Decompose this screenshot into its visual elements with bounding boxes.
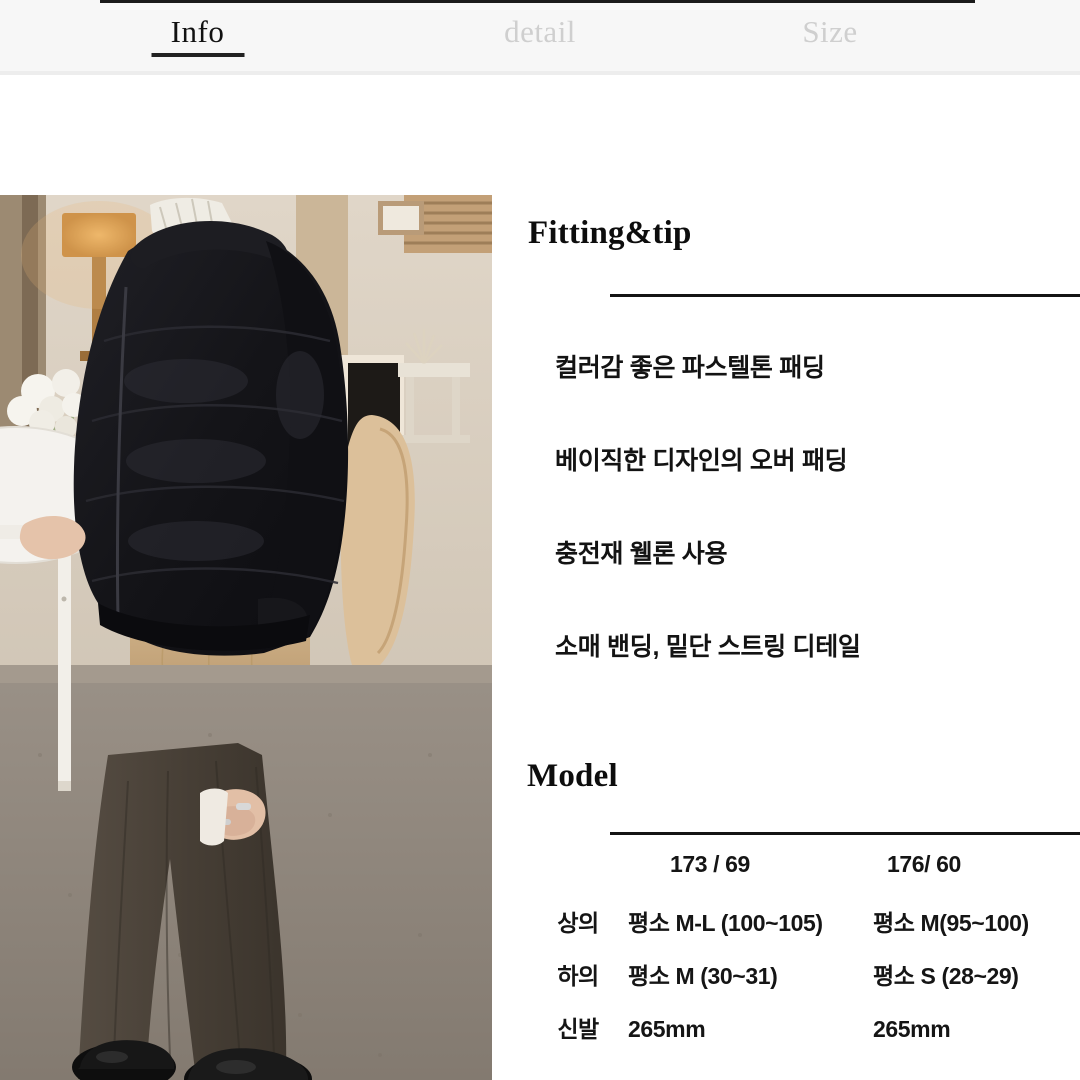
model-heading: Model: [527, 758, 618, 794]
model-row-value-b: 평소 S (28~29): [873, 963, 1019, 989]
tab-info-label: Info: [170, 13, 225, 49]
model-row-value-a: 265mm: [628, 1016, 706, 1042]
model-row-label: 상의: [557, 910, 599, 936]
tab-info[interactable]: Info: [0, 0, 395, 71]
product-photo[interactable]: [0, 195, 492, 1080]
tab-size[interactable]: Size: [685, 0, 975, 71]
table-row: 신발 265mm 265mm: [528, 1010, 1080, 1063]
table-row: 173 / 69 176/ 60: [528, 851, 1080, 904]
fitting-tip-item: 소매 밴딩, 밑단 스트링 디테일: [555, 633, 861, 661]
model-row-label: 하의: [557, 963, 599, 989]
info-panel: Fitting&tip 컬러감 좋은 파스텔톤 패딩 베이직한 디자인의 오버 …: [492, 75, 1080, 1080]
fitting-tip-item: 충전재 웰론 사용: [555, 540, 728, 568]
product-photo-illustration: [0, 195, 492, 1080]
tab-detail-label: detail: [504, 13, 576, 49]
table-row: 상의 평소 M-L (100~105) 평소 M(95~100): [528, 904, 1080, 957]
fitting-tip-divider: [610, 294, 1080, 297]
tab-bar: Info detail Size: [0, 0, 1080, 75]
model-row-value-b: 평소 M(95~100): [873, 910, 1029, 936]
tab-size-label: Size: [802, 13, 858, 49]
model-divider: [610, 832, 1080, 835]
model-header-a: 173 / 69: [670, 851, 750, 877]
fitting-tip-item: 컬러감 좋은 파스텔톤 패딩: [555, 354, 825, 382]
fitting-tip-item: 베이직한 디자인의 오버 패딩: [555, 447, 848, 475]
fitting-tip-list: 컬러감 좋은 파스텔톤 패딩 베이직한 디자인의 오버 패딩 충전재 웰론 사용…: [555, 353, 1075, 662]
model-row-value-b: 265mm: [873, 1016, 951, 1042]
fitting-tip-heading: Fitting&tip: [528, 215, 692, 251]
model-header-b: 176/ 60: [887, 851, 961, 877]
model-row-value-a: 평소 M (30~31): [628, 963, 778, 989]
model-spec-table: 173 / 69 176/ 60 상의 평소 M-L (100~105) 평소 …: [528, 851, 1080, 1063]
tab-detail[interactable]: detail: [395, 0, 685, 71]
tab-list: Info detail Size: [0, 0, 1080, 71]
main-content: Fitting&tip 컬러감 좋은 파스텔톤 패딩 베이직한 디자인의 오버 …: [0, 75, 1080, 1080]
model-row-label: 신발: [557, 1016, 599, 1042]
tab-active-underline: [151, 53, 244, 57]
model-row-value-a: 평소 M-L (100~105): [628, 910, 823, 936]
table-row: 하의 평소 M (30~31) 평소 S (28~29): [528, 957, 1080, 1010]
product-detail-page: Info detail Size Fitting&tip 컬러감 좋은 파스텔톤…: [0, 0, 1080, 1080]
